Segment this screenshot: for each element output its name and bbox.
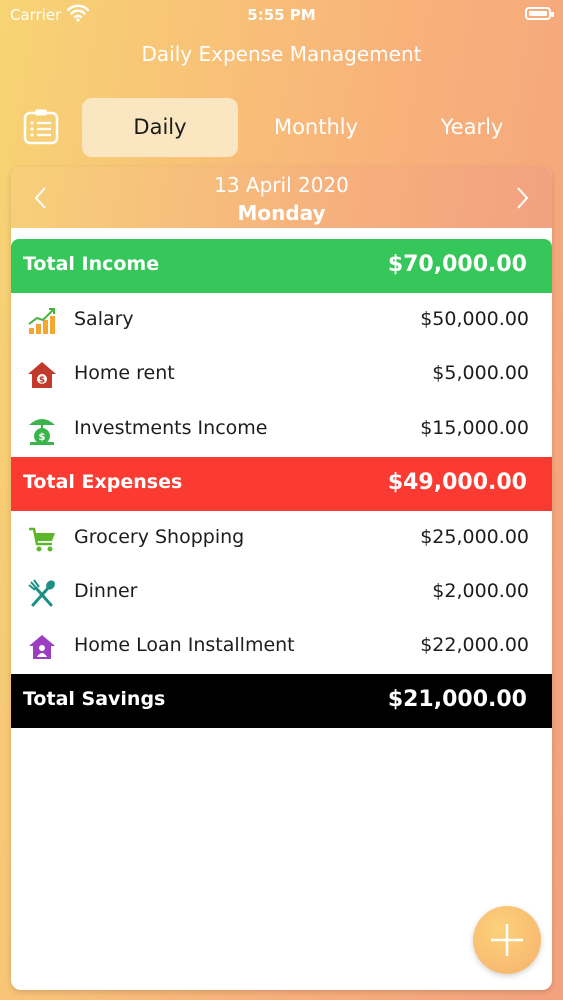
expense-item-label: Grocery Shopping <box>74 526 245 548</box>
shopping-cart-icon <box>29 527 55 552</box>
fork-spoon-icon <box>28 579 55 607</box>
expense-row-home-loan[interactable]: Home Loan Installment $22,000.00 <box>11 619 552 673</box>
status-bar: Carrier 5:55 PM <box>0 0 563 30</box>
income-item-label: Home rent <box>74 362 175 384</box>
clock: 5:55 PM <box>247 6 316 24</box>
income-row-salary[interactable]: Salary $50,000.00 <box>11 293 552 347</box>
income-item-label: Investments Income <box>74 417 268 439</box>
income-row-investments[interactable]: $ Investments Income $15,000.00 <box>11 402 552 456</box>
expense-row-dinner[interactable]: Dinner $2,000.00 <box>11 565 552 619</box>
income-item-label: Salary <box>74 308 134 330</box>
total-income-band: Total Income $70,000.00 <box>11 239 552 293</box>
total-expenses-label: Total Expenses <box>23 471 183 493</box>
total-expenses-band: Total Expenses $49,000.00 <box>11 457 552 511</box>
investment-money-bag-icon: $ <box>29 419 55 445</box>
house-person-icon <box>29 635 55 659</box>
weekday-label: Monday <box>237 201 326 225</box>
svg-text:$: $ <box>39 432 46 443</box>
income-item-amount: $50,000.00 <box>420 308 529 330</box>
total-income-amount: $70,000.00 <box>387 252 527 277</box>
plus-icon <box>491 924 523 956</box>
date-navigator: 13 April 2020 Monday <box>11 167 552 228</box>
expense-item-amount: $2,000.00 <box>432 580 529 602</box>
expense-item-label: Dinner <box>74 580 138 602</box>
page-title: Daily Expense Management <box>141 42 422 66</box>
expense-item-label: Home Loan Installment <box>74 634 295 656</box>
tab-yearly[interactable]: Yearly <box>394 98 550 157</box>
svg-text:$: $ <box>39 376 45 386</box>
expense-row-grocery[interactable]: Grocery Shopping $25,000.00 <box>11 511 552 565</box>
total-savings-band: Total Savings $21,000.00 <box>11 674 552 728</box>
tab-daily[interactable]: Daily <box>82 98 238 157</box>
add-entry-button[interactable] <box>473 906 541 974</box>
date-label: 13 April 2020 <box>214 173 349 197</box>
total-income-label: Total Income <box>23 253 160 275</box>
total-expenses-amount: $49,000.00 <box>387 470 527 495</box>
expense-item-amount: $25,000.00 <box>420 526 529 548</box>
summary-card: 13 April 2020 Monday Total Income $70,00… <box>11 167 552 990</box>
house-dollar-icon: $ <box>28 362 56 388</box>
total-savings-label: Total Savings <box>23 688 166 710</box>
income-item-amount: $15,000.00 <box>420 417 529 439</box>
salary-chart-icon <box>28 308 55 334</box>
income-row-home-rent[interactable]: $ Home rent $5,000.00 <box>11 347 552 401</box>
chevron-right-icon[interactable] <box>512 185 532 211</box>
tab-monthly[interactable]: Monthly <box>238 98 394 157</box>
expense-item-amount: $22,000.00 <box>420 634 529 656</box>
total-savings-amount: $21,000.00 <box>387 687 527 712</box>
report-list-icon[interactable] <box>22 108 60 146</box>
income-item-amount: $5,000.00 <box>432 362 529 384</box>
battery-icon <box>525 7 554 20</box>
